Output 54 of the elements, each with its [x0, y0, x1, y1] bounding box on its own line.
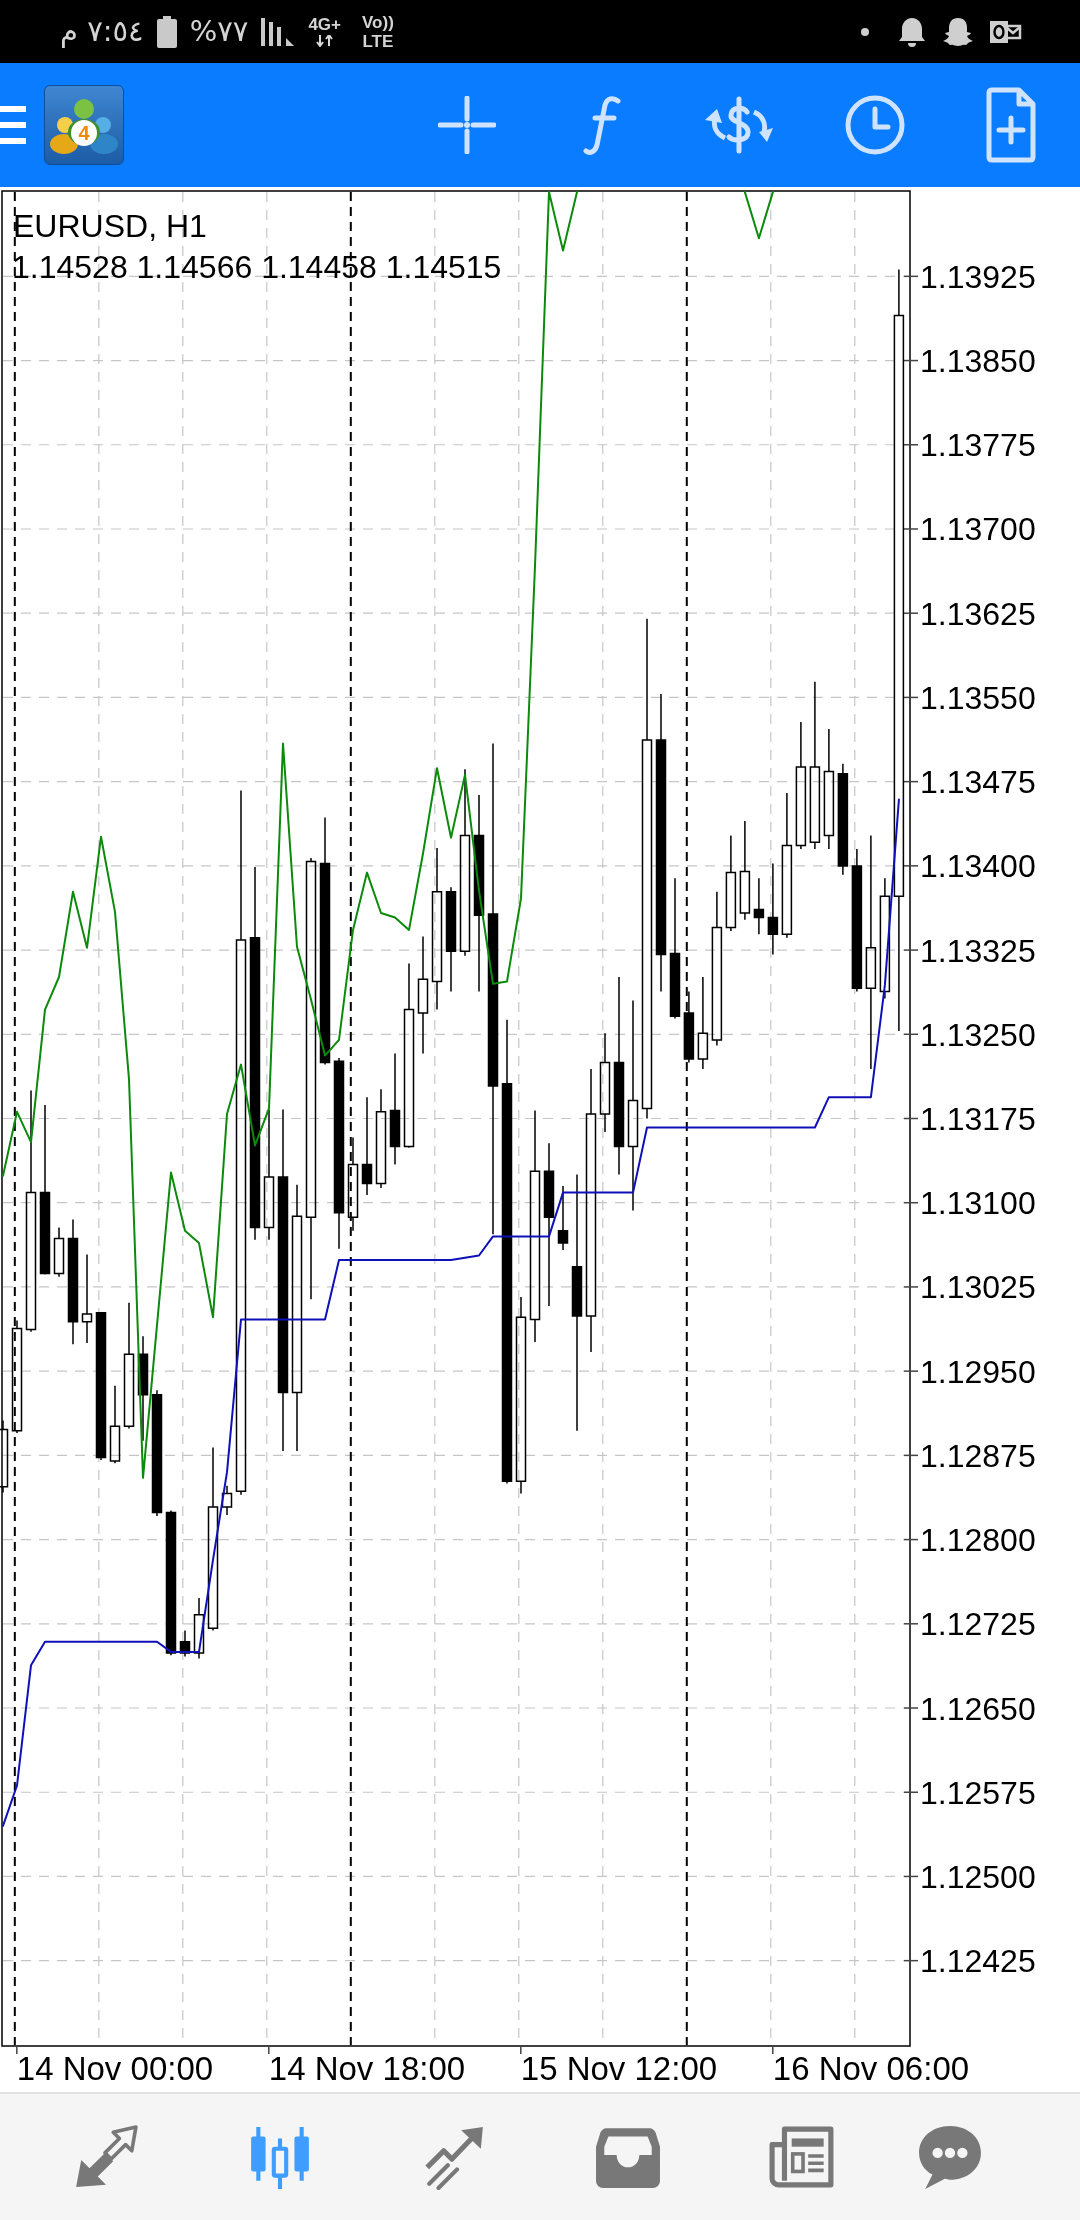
candle [557, 1185, 569, 1251]
price-label: 1.13175 [920, 1101, 1036, 1137]
diagonal-arrows-icon [73, 2124, 139, 2190]
crosshair-icon [438, 96, 496, 154]
dot-icon [861, 27, 869, 36]
network-type: 4G+ [308, 16, 341, 33]
candle [179, 1629, 191, 1658]
candle [53, 1226, 65, 1278]
candle [221, 1484, 233, 1516]
battery-icon [156, 15, 177, 48]
price-label: 1.13025 [920, 1269, 1036, 1306]
clock-icon [844, 94, 906, 156]
battery-percent: %٧٧ [189, 17, 249, 46]
menu-icon [0, 106, 26, 144]
bell-icon [898, 15, 926, 48]
price-label: 1.12725 [920, 1606, 1036, 1643]
price-label: 1.13475 [920, 764, 1036, 801]
price-label: 1.13400 [920, 848, 1036, 885]
chat-bubble-icon [917, 2124, 983, 2190]
candle [193, 1597, 205, 1660]
time-label: 15 Nov 12:00 [520, 2050, 718, 2087]
time-label: 14 Nov 00:00 [16, 2050, 214, 2087]
transfer-arrows-icon [315, 35, 334, 47]
newspaper-icon [769, 2124, 835, 2190]
script-f-icon [583, 94, 623, 156]
network-label: LTE [362, 32, 394, 50]
clock-time: ٧:٥٤ م [60, 17, 144, 46]
price-label: 1.12575 [920, 1774, 1036, 1811]
price-label: 1.13250 [920, 1016, 1036, 1053]
ghost-icon [941, 15, 975, 48]
price-label: 1.12500 [920, 1858, 1036, 1895]
price-label: 1.13700 [920, 511, 1036, 548]
signal-bars-icon [261, 17, 296, 46]
price-label: 1.13775 [920, 427, 1036, 464]
time-label: 14 Nov 18:00 [268, 2050, 466, 2087]
price-label: 1.12800 [920, 1522, 1036, 1559]
price-label: 1.13925 [920, 258, 1036, 295]
price-label: 1.13550 [920, 679, 1036, 716]
ohlc-values: 1.14528 1.14566 1.14458 1.14515 [12, 249, 502, 285]
price-label: 1.12875 [920, 1437, 1036, 1474]
price-label: 1.13325 [920, 932, 1036, 969]
time-label: 16 Nov 06:00 [772, 2050, 970, 2087]
price-label: 1.12650 [920, 1690, 1036, 1727]
chart-title: EURUSD, H1 [13, 208, 207, 244]
candle [753, 877, 765, 936]
price-label: 1.12425 [920, 1943, 1036, 1980]
price-label: 1.12950 [920, 1353, 1036, 1390]
price-label: 1.13625 [920, 595, 1036, 632]
price-label: 1.13850 [920, 343, 1036, 380]
price-label: 1.13100 [920, 1185, 1036, 1222]
volte-label: Vo)) [362, 13, 394, 31]
menu-button[interactable] [0, 106, 26, 144]
app-logo-button[interactable]: 4 [44, 85, 124, 165]
add-document-icon [985, 86, 1037, 164]
